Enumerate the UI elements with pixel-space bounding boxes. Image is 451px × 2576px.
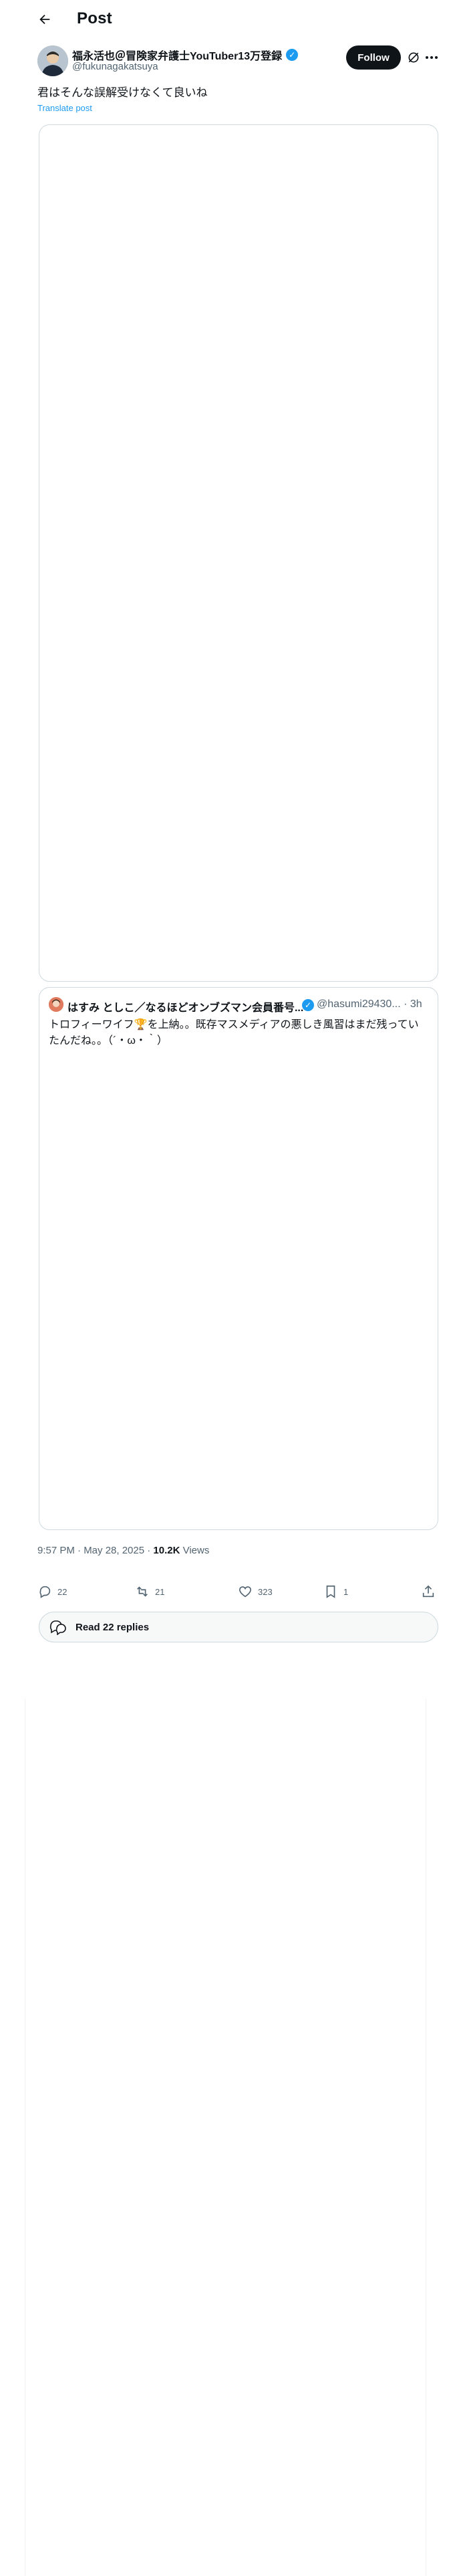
grok-icon[interactable] [407, 51, 420, 64]
arrow-left-icon [39, 14, 50, 25]
right-rail [426, 1699, 451, 2576]
views-count: 10.2K [153, 1545, 180, 1556]
views-label: Views [180, 1545, 210, 1556]
share-icon [422, 1585, 434, 1598]
repost-button[interactable]: 21 [135, 1578, 164, 1605]
heart-icon [239, 1586, 252, 1598]
avatar[interactable] [37, 45, 68, 76]
bookmark-button[interactable]: 1 [323, 1578, 348, 1605]
reply-icon [39, 1586, 51, 1598]
avatar-image [37, 45, 68, 76]
post-timestamp[interactable]: 9:57 PM · May 28, 2025 · [37, 1545, 153, 1556]
post-meta: 9:57 PM · May 28, 2025 · 10.2K Views [37, 1545, 209, 1556]
read-replies-button[interactable]: Read 22 replies [39, 1612, 438, 1642]
post-text: 君はそんな誤解受けなくて良いね [37, 86, 208, 99]
quote-verified-badge-icon: ✓ [302, 999, 314, 1011]
reply-bubbles-icon [49, 1620, 66, 1635]
translate-post-link[interactable]: Translate post [37, 103, 92, 113]
share-button[interactable] [421, 1578, 436, 1605]
quote-author-name: はすみ としこ／なるほどオンブズマン会員番号... [67, 1002, 304, 1014]
bookmark-count: 1 [343, 1586, 349, 1597]
quote-text: トロフィーワイフ🏆を上納。。既存マスメディアの悪しき風習はまだ残っていたんだね。… [49, 1019, 419, 1047]
page-title: Post [77, 9, 112, 27]
back-button[interactable] [35, 9, 55, 29]
quote-avatar [49, 997, 63, 1012]
more-icon[interactable] [426, 56, 438, 59]
bookmark-icon [326, 1585, 335, 1598]
page-header: Post [0, 0, 451, 37]
repost-icon [137, 1586, 148, 1597]
author-handle[interactable]: @fukunagakatsuya [72, 61, 158, 72]
verified-badge-icon: ✓ [286, 49, 299, 61]
reply-count: 22 [57, 1586, 67, 1597]
quote-handle: @hasumi29430... · 3h [317, 998, 422, 1010]
read-replies-label: Read 22 replies [76, 1621, 150, 1633]
reply-button[interactable]: 22 [37, 1578, 67, 1605]
like-button[interactable]: 323 [238, 1578, 273, 1605]
action-bar: 22 21 323 1 [37, 1578, 438, 1605]
follow-button[interactable]: Follow [346, 45, 401, 70]
repost-count: 21 [155, 1586, 165, 1597]
like-count: 323 [258, 1586, 273, 1597]
left-rail [0, 1699, 25, 2576]
post-media[interactable] [39, 124, 438, 982]
quoted-post[interactable]: はすみ としこ／なるほどオンブズマン会員番号... ✓ @hasumi29430… [39, 987, 438, 1530]
